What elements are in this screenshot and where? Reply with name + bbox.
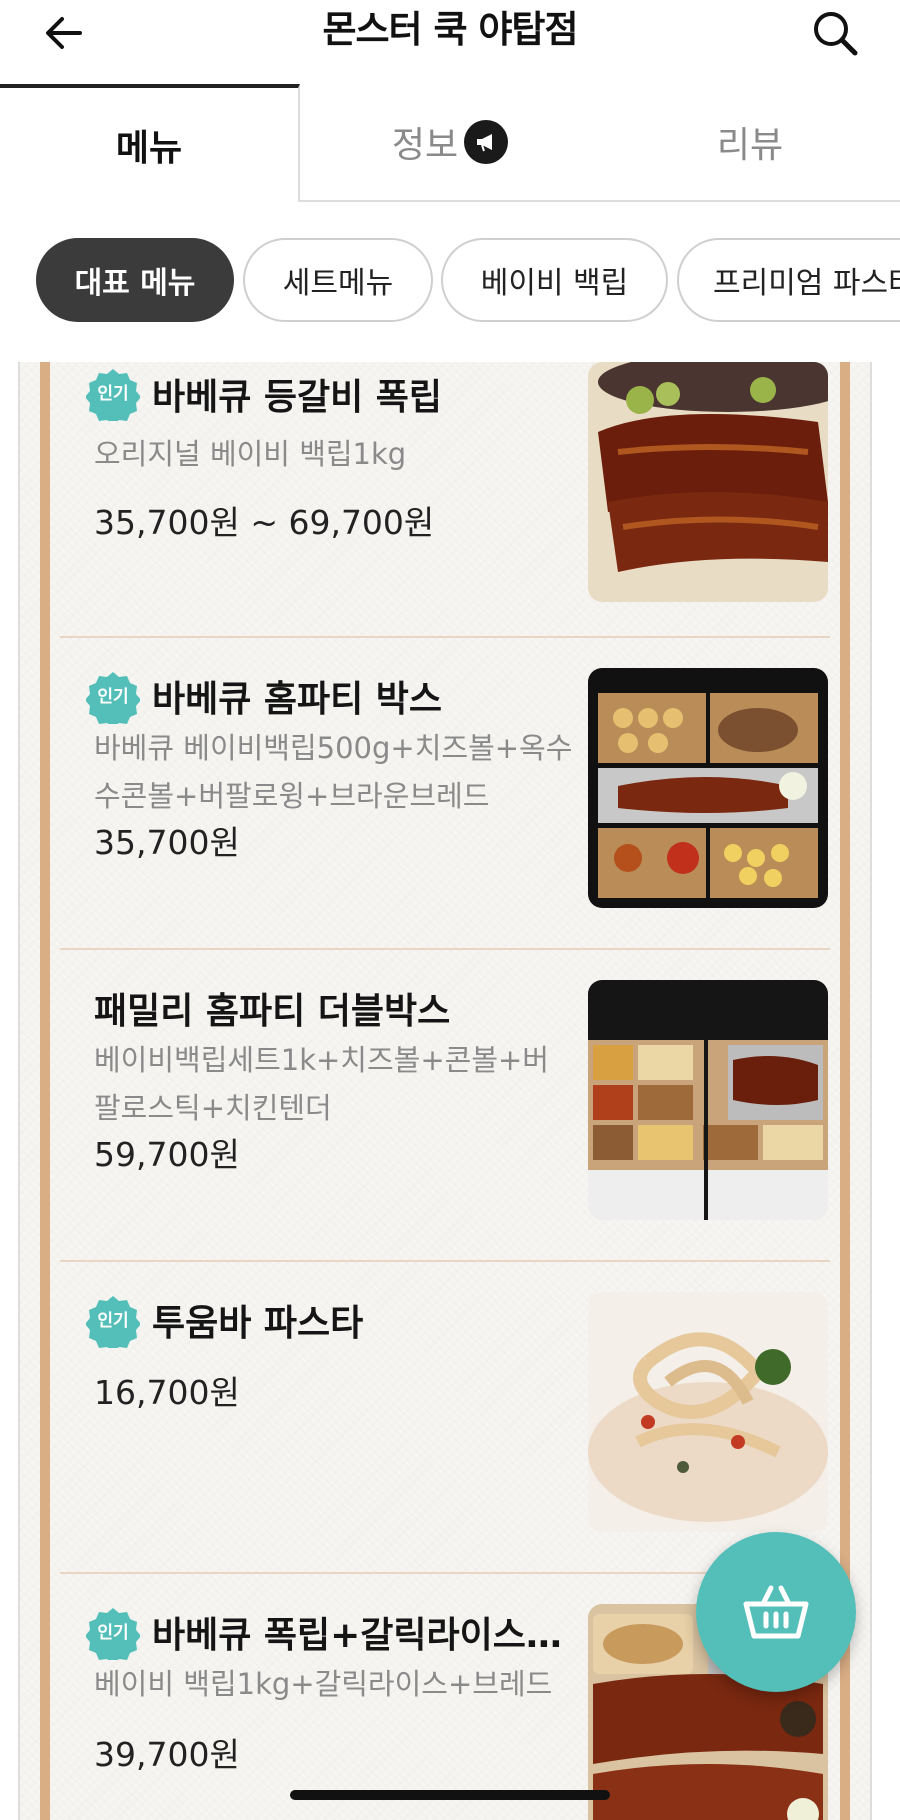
item-description: 베이비백립세트1k+치즈볼+콘볼+버팔로스틱+치킨텐더	[94, 1043, 549, 1125]
search-icon[interactable]	[808, 6, 862, 60]
popular-badge: 인기	[85, 367, 141, 425]
tab-review[interactable]: 리뷰	[600, 84, 900, 202]
item-thumbnail	[588, 980, 828, 1220]
megaphone-icon	[464, 120, 509, 164]
tab-menu-label: 메뉴	[115, 128, 183, 169]
tab-menu[interactable]: 메뉴	[0, 84, 300, 202]
menu-item[interactable]: 인기 투움바 파스타 16,700원	[60, 1262, 830, 1574]
item-thumbnail	[588, 668, 828, 908]
tab-info[interactable]: 정보	[300, 84, 600, 202]
item-name: 바베큐 폭립+갈릭라이스+…	[152, 1615, 566, 1656]
item-name: 바베큐 등갈비 폭립	[152, 377, 443, 418]
item-name: 바베큐 홈파티 박스	[152, 679, 443, 720]
category-chips: 대표 메뉴 세트메뉴 베이비 백립 프리미엄 파스타	[0, 238, 900, 328]
item-price: 39,700원	[94, 1735, 240, 1774]
item-price: 59,700원	[94, 1135, 240, 1174]
item-name: 투움바 파스타	[152, 1303, 364, 1344]
menu-item[interactable]: 패밀리 홈파티 더블박스 베이비백립세트1k+치즈볼+콘볼+버팔로스틱+치킨텐더…	[60, 950, 830, 1262]
chip-baby-back-rib[interactable]: 베이비 백립	[441, 238, 668, 322]
tab-info-label: 정보	[391, 125, 459, 166]
page-title: 몬스터 쿡 야탑점	[322, 8, 578, 51]
menu-item[interactable]: 인기 바베큐 홈파티 박스 바베큐 베이비백립500g+치즈볼+옥수수콘볼+버팔…	[60, 638, 830, 950]
item-name: 패밀리 홈파티 더블박스	[94, 991, 451, 1032]
item-price: 35,700원	[94, 823, 240, 862]
basket-icon	[743, 1585, 809, 1639]
popular-badge: 인기	[85, 1294, 141, 1352]
tab-bar: 메뉴 정보 리뷰	[0, 84, 900, 202]
cart-button[interactable]	[696, 1532, 856, 1692]
chip-signature[interactable]: 대표 메뉴	[36, 238, 234, 322]
item-price: 35,700원 ~ 69,700원	[94, 503, 435, 542]
popular-badge: 인기	[85, 670, 141, 728]
item-description: 오리지널 베이비 백립1kg	[94, 437, 407, 471]
tab-review-label: 리뷰	[716, 125, 784, 166]
app-header: 몬스터 쿡 야탑점	[0, 0, 900, 86]
menu-item[interactable]: 인기 바베큐 등갈비 폭립 오리지널 베이비 백립1kg 35,700원 ~ 6…	[60, 362, 830, 638]
frame-border	[40, 362, 50, 1820]
item-thumbnail	[588, 362, 828, 602]
chip-set-menu[interactable]: 세트메뉴	[243, 238, 433, 322]
item-description: 베이비 백립1kg+갈릭라이스+브레드	[94, 1667, 553, 1701]
chip-premium-pasta[interactable]: 프리미엄 파스타	[677, 238, 900, 322]
item-thumbnail	[588, 1292, 828, 1532]
home-indicator	[290, 1790, 610, 1800]
item-price: 16,700원	[94, 1373, 240, 1412]
item-description: 바베큐 베이비백립500g+치즈볼+옥수수콘볼+버팔로윙+브라운브레드	[94, 731, 573, 813]
popular-badge: 인기	[85, 1606, 141, 1664]
